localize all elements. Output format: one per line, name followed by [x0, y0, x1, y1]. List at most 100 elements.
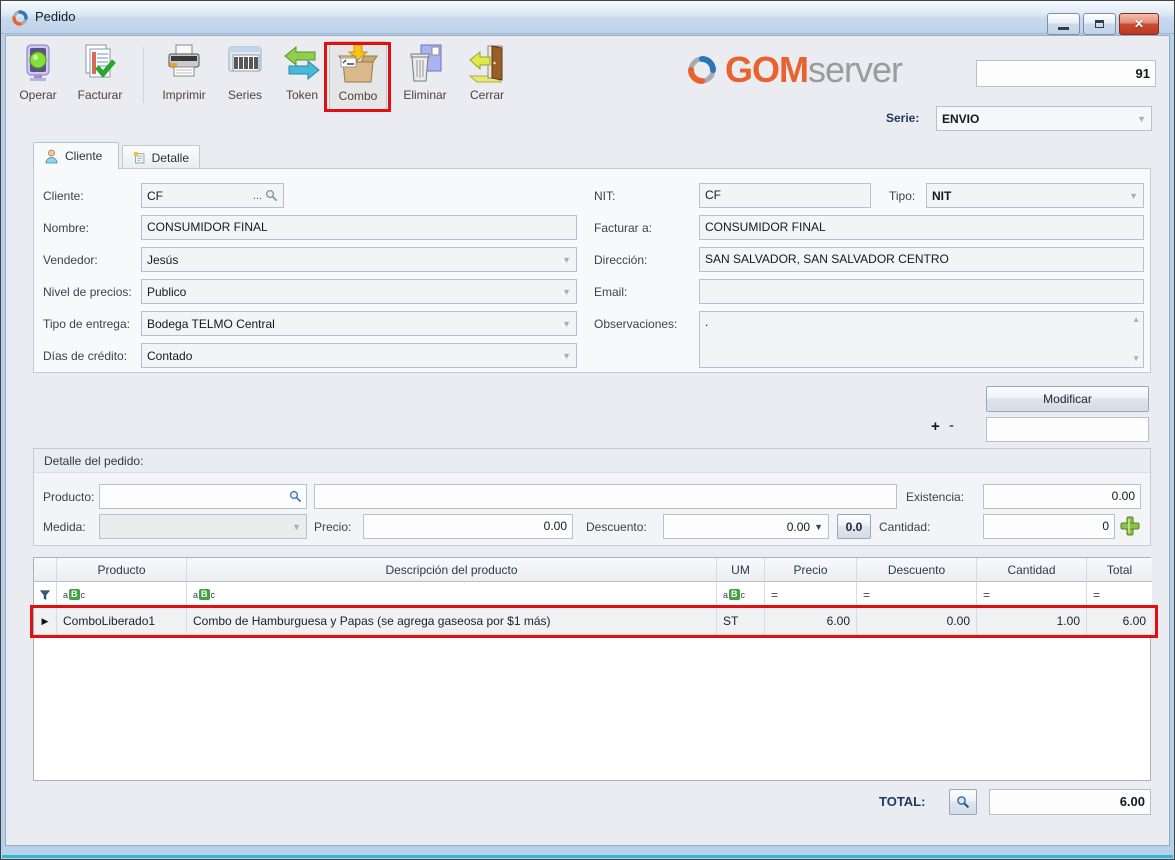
filter-cell-descuento[interactable]: =: [857, 582, 977, 608]
column-header-descripcion[interactable]: Descripción del producto: [187, 558, 717, 582]
facturar-button[interactable]: Facturar: [69, 41, 131, 111]
add-item-plus-icon[interactable]: [1119, 515, 1141, 537]
descuento-combo[interactable]: 0.00 ▼: [663, 514, 829, 539]
toolbar-button-label: Cerrar: [470, 88, 504, 102]
memo-icon: [133, 150, 146, 165]
ellipsis-button[interactable]: ...: [253, 190, 262, 202]
cell-producto[interactable]: ComboLiberado1: [57, 608, 187, 635]
total-field[interactable]: 6.00: [989, 789, 1151, 815]
filter-cell-producto[interactable]: aBc: [57, 582, 187, 608]
imprimir-button[interactable]: Imprimir: [153, 41, 215, 111]
nit-field[interactable]: CF: [699, 183, 871, 208]
equals-filter-icon: =: [983, 588, 990, 602]
eliminar-button[interactable]: Eliminar: [395, 41, 455, 111]
observaciones-value: .: [705, 315, 708, 329]
precio-label: Precio:: [314, 520, 351, 534]
combo-button[interactable]: Combo: [329, 41, 387, 111]
column-header-cantidad[interactable]: Cantidad: [977, 558, 1087, 582]
tab-label: Detalle: [152, 151, 189, 165]
table-row[interactable]: ▶ ComboLiberado1 Combo de Hamburguesa y …: [34, 608, 1150, 635]
titlebar[interactable]: Pedido ✕: [1, 1, 1174, 34]
restore-icon: [1095, 20, 1104, 28]
tab-cliente[interactable]: Cliente: [33, 142, 119, 169]
scroll-up-icon[interactable]: ▲: [1132, 316, 1140, 324]
column-header-descuento[interactable]: Descuento: [857, 558, 977, 582]
toolbar-button-label: Facturar: [78, 88, 123, 102]
cell-cantidad[interactable]: 1.00: [977, 608, 1087, 635]
cerrar-button[interactable]: Cerrar: [459, 41, 515, 111]
toolbar-button-label: Operar: [19, 88, 56, 102]
brand-logo: GOMserver: [685, 49, 902, 91]
tab-label: Cliente: [65, 149, 102, 163]
facturar-a-field[interactable]: CONSUMIDOR FINAL: [699, 215, 1144, 240]
invoice-check-icon: [78, 41, 122, 85]
series-button[interactable]: Series: [217, 41, 273, 111]
toolbar-button-label: Token: [286, 88, 318, 102]
abc-filter-icon: aBc: [193, 589, 215, 600]
barcode-icon: [223, 41, 267, 85]
filter-cell-cantidad[interactable]: =: [977, 582, 1087, 608]
producto-code-field[interactable]: [99, 484, 307, 509]
detalle-pedido-title: Detalle del pedido:: [34, 449, 1150, 473]
filter-cell-total[interactable]: =: [1087, 582, 1152, 608]
existencia-field[interactable]: 0.00: [983, 484, 1141, 509]
total-label: TOTAL:: [879, 794, 925, 809]
email-field[interactable]: [699, 279, 1144, 304]
vendedor-dropdown[interactable]: Jesús ▼: [141, 247, 577, 272]
dias-credito-value: Contado: [147, 349, 558, 363]
cell-total[interactable]: 6.00: [1087, 608, 1152, 635]
column-header-total[interactable]: Total: [1087, 558, 1152, 582]
search-icon[interactable]: [289, 490, 302, 503]
column-header-precio[interactable]: Precio: [765, 558, 857, 582]
close-button[interactable]: ✕: [1119, 13, 1159, 35]
dias-credito-dropdown[interactable]: Contado ▼: [141, 343, 577, 368]
total-search-button[interactable]: [949, 789, 977, 815]
traffic-light-icon: [16, 41, 60, 85]
equals-filter-icon: =: [771, 588, 778, 602]
filter-cell-descripcion[interactable]: aBc: [187, 582, 717, 608]
abc-filter-icon: aBc: [63, 589, 85, 600]
search-icon[interactable]: [265, 189, 278, 202]
cliente-lookup-field[interactable]: CF ...: [141, 183, 284, 208]
direccion-field[interactable]: SAN SALVADOR, SAN SALVADOR CENTRO: [699, 247, 1144, 272]
grid-filter-row: aBc aBc aBc = = = =: [34, 582, 1150, 608]
producto-desc-field[interactable]: [314, 484, 897, 509]
chevron-down-icon: ▼: [1129, 191, 1138, 201]
dias-credito-label: Días de crédito:: [43, 349, 127, 363]
brand-secondary: server: [808, 49, 902, 90]
operar-button[interactable]: Operar: [9, 41, 67, 111]
minimize-button[interactable]: [1047, 13, 1080, 35]
medida-dropdown[interactable]: ▼: [99, 514, 307, 539]
nivel-precios-dropdown[interactable]: Publico ▼: [141, 279, 577, 304]
descuento-cero-button[interactable]: 0.0: [837, 514, 871, 539]
filter-cell-um[interactable]: aBc: [717, 582, 765, 608]
descuento-label: Descuento:: [586, 520, 647, 534]
column-header-um[interactable]: UM: [717, 558, 765, 582]
exit-door-icon: [465, 41, 509, 85]
tipo-entrega-dropdown[interactable]: Bodega TELMO Central ▼: [141, 311, 577, 336]
serie-dropdown[interactable]: ENVIO ▼: [936, 106, 1152, 131]
tab-detalle[interactable]: Detalle: [122, 145, 200, 169]
window-bottom-accent: [2, 855, 1173, 858]
tipo-dropdown[interactable]: NIT ▼: [926, 183, 1144, 208]
minus-sign: -: [949, 417, 954, 434]
cell-um[interactable]: ST: [717, 608, 765, 635]
email-label: Email:: [594, 285, 627, 299]
modificar-button[interactable]: Modificar: [986, 386, 1149, 412]
token-button[interactable]: Token: [275, 41, 329, 111]
precio-field[interactable]: 0.00: [363, 514, 573, 539]
nombre-field[interactable]: CONSUMIDOR FINAL: [141, 215, 577, 240]
filter-funnel-cell[interactable]: [34, 582, 57, 608]
filter-cell-precio[interactable]: =: [765, 582, 857, 608]
cantidad-field[interactable]: 0: [983, 514, 1115, 539]
chevron-down-icon: ▼: [562, 287, 571, 297]
cell-descripcion[interactable]: Combo de Hamburguesa y Papas (se agrega …: [187, 608, 717, 635]
quantity-adjust-field[interactable]: [986, 417, 1149, 442]
restore-button[interactable]: [1083, 13, 1116, 35]
scroll-down-icon[interactable]: ▼: [1132, 355, 1140, 363]
observaciones-field[interactable]: . ▲ ▼: [699, 311, 1144, 368]
cell-descuento[interactable]: 0.00: [857, 608, 977, 635]
cell-precio[interactable]: 6.00: [765, 608, 857, 635]
order-number-field[interactable]: 91: [976, 60, 1156, 87]
column-header-producto[interactable]: Producto: [57, 558, 187, 582]
